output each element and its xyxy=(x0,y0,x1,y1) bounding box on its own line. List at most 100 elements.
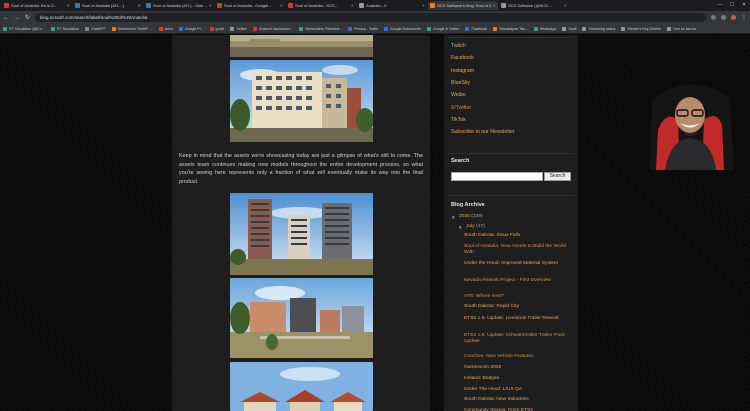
archive-post-link[interactable]: Soul of Anatolia: New Assets to Build th… xyxy=(464,244,574,256)
archive-post-link[interactable]: South Dakota: Rapid City xyxy=(464,304,574,310)
reload-icon[interactable]: ↻ xyxy=(25,14,30,21)
archive-post-link[interactable]: ETS2 1.6: Update: Livestock Trailer Rewo… xyxy=(464,316,574,322)
archive-post-link[interactable]: Iceland: Bridges xyxy=(464,376,574,382)
sidebar-link[interactable]: BlueSky xyxy=(451,80,470,86)
divider xyxy=(448,195,574,196)
blog-sidebar: Twitch Facebook Instagram BlueSky Weibo X/Twi… xyxy=(444,35,578,411)
tab-close-icon[interactable]: ✕ xyxy=(564,3,567,8)
extension-icon[interactable] xyxy=(711,15,716,20)
sidebar-link[interactable]: Weibo xyxy=(451,92,466,98)
archive-year[interactable]: 2026 (339) xyxy=(459,214,483,220)
bookmark-item[interactable]: ST Simulation xyxy=(50,26,79,31)
tab-close-icon[interactable]: ✕ xyxy=(493,3,496,8)
search-input[interactable] xyxy=(451,172,543,181)
post-image-village[interactable] xyxy=(230,362,373,411)
browser-tab[interactable]: Anatolia - X ✕ xyxy=(357,1,427,10)
bookmark-label: ST Simulation (@Co... xyxy=(9,26,45,31)
bookmark-item[interactable]: Stealer's Key Dubble xyxy=(621,26,661,31)
bookmark-item[interactable]: Streamlabs: Rebrand... xyxy=(299,26,342,31)
profile-avatar-icon[interactable] xyxy=(731,15,736,20)
archive-post-link[interactable]: Under the Hood: Improved Material System xyxy=(464,261,574,267)
search-button[interactable]: Search xyxy=(544,172,571,181)
tab-close-icon[interactable]: ✕ xyxy=(138,3,141,8)
tab-close-icon[interactable]: ✕ xyxy=(67,3,70,8)
sidebar-link[interactable]: X/Twitter xyxy=(451,105,471,111)
post-image-housing[interactable] xyxy=(230,278,373,358)
bookmark-item[interactable]: ST Simulation (@Co... xyxy=(3,26,45,31)
bookmark-item[interactable]: Google Pl... xyxy=(178,26,204,31)
blog-post: Keep in mind that the assets we're showc… xyxy=(172,35,430,411)
bookmark-label: Streaming status xyxy=(588,26,616,31)
archive-post-link[interactable]: Gamescom 2026 xyxy=(464,365,574,371)
expand-triangle-icon[interactable]: ▼ xyxy=(458,225,462,230)
archive-post-link[interactable]: South Dakota: New Industries xyxy=(464,397,574,403)
post-image[interactable] xyxy=(230,35,373,57)
tab-close-icon[interactable]: ✕ xyxy=(422,3,425,8)
archive-post-link[interactable]: ETS2 1.6: Update: Schwarzmüller Trailer … xyxy=(464,333,574,345)
minimize-icon[interactable]: — xyxy=(714,0,726,11)
bookmark-item[interactable]: Privacy - Twilio xyxy=(348,26,378,31)
archive-post-link[interactable]: ATS: Where next? xyxy=(464,294,574,300)
archive-month-count: (17) xyxy=(476,224,485,229)
bookmark-label: Stealer's Key Dubble xyxy=(627,26,661,31)
sidebar-link[interactable]: Facebook xyxy=(451,55,474,61)
bookmark-favicon-icon xyxy=(493,26,498,31)
browser-tab[interactable]: Soul of Anatolia: Bu is C... ✕ xyxy=(2,1,72,10)
back-icon[interactable]: ← xyxy=(3,15,9,21)
maximize-icon[interactable]: ☐ xyxy=(726,0,738,11)
post-image-apartment-block[interactable] xyxy=(230,60,373,142)
browser-tab[interactable]: Soul of Anatolia - Google ... ✕ xyxy=(215,1,285,10)
bookmark-item[interactable]: ChatGPT xyxy=(85,26,106,31)
bookmark-item[interactable]: Streaklapse Tas... xyxy=(493,26,528,31)
sidebar-link[interactable]: Instagram xyxy=(451,68,474,74)
archive-post-link[interactable]: Coaches: New Vehicle Features xyxy=(464,354,574,360)
bookmark-label: WhatsApp xyxy=(539,26,557,31)
browser-tab[interactable]: Soul of Anatolia - SCS... ✕ xyxy=(286,1,356,10)
bookmark-item[interactable]: Google & Twitter xyxy=(426,26,460,31)
forward-icon[interactable]: → xyxy=(14,15,20,21)
archive-post-link[interactable]: South Dakota: Sioux Falls xyxy=(464,233,574,239)
bookmark-item[interactable]: Scuff xyxy=(562,26,576,31)
bookmark-label: Privacy - Twilio xyxy=(354,26,378,31)
browser-tab[interactable]: SCS Software (@SCS ... ✕ xyxy=(499,1,569,10)
bookmark-item[interactable]: Google Dokumente xyxy=(383,26,421,31)
bookmark-item[interactable]: gmail xyxy=(209,26,224,31)
expand-triangle-icon[interactable]: ▼ xyxy=(451,215,455,220)
bookmark-label: Google & Twitter xyxy=(432,26,460,31)
close-icon[interactable]: ✕ xyxy=(738,0,750,11)
bookmarks-bar: ST Simulation (@Co... ST Simulation ChatGP… xyxy=(0,24,750,34)
page-content: Keep in mind that the assets we're showc… xyxy=(0,35,750,411)
bookmark-item[interactable]: Channel dashboard... xyxy=(252,26,293,31)
tab-title: SCS Software's blog: Soul of A... xyxy=(437,3,491,8)
extension-icon[interactable] xyxy=(721,15,726,20)
archive-post-link[interactable]: Nevada Rework Project - First Overview xyxy=(464,278,574,284)
url-field[interactable]: blog.scssoft.com/search/label/Soul%20of%… xyxy=(35,13,706,22)
browser-tab[interactable]: Soul of Anatolia (ATL...) ✕ xyxy=(73,1,143,10)
sidebar-link[interactable]: Subscribe to our Newsletter xyxy=(451,129,515,135)
bookmark-item[interactable]: Amst xyxy=(158,26,173,31)
tab-close-icon[interactable]: ✕ xyxy=(209,3,212,8)
browser-tab[interactable]: SCS Software's blog: Soul of A... ✕ xyxy=(428,1,498,10)
sidebar-link[interactable]: TikTok xyxy=(451,117,466,123)
tab-close-icon[interactable]: ✕ xyxy=(280,3,283,8)
browser-tab[interactable]: Soul of Anatolia (ATL) - Sele ... ✕ xyxy=(144,1,214,10)
tab-favicon-icon xyxy=(430,3,435,8)
bookmark-item[interactable]: Facebook xyxy=(465,26,488,31)
archive-month[interactable]: July (17) xyxy=(466,224,485,230)
bookmark-item[interactable]: Steelseries "SciKit" ... xyxy=(112,26,153,31)
bookmark-item[interactable]: WhatsApp xyxy=(533,26,557,31)
bookmark-item[interactable]: Streaming status xyxy=(582,26,616,31)
sidebar-link[interactable]: Twitch xyxy=(451,43,466,49)
bookmark-label: Amst xyxy=(164,26,173,31)
window-controls: — ☐ ✕ xyxy=(714,0,750,11)
archive-post-link[interactable]: Under The Hood: L/UX QA xyxy=(464,387,574,393)
bookmark-label: Facebook xyxy=(471,26,488,31)
tab-close-icon[interactable]: ✕ xyxy=(351,3,354,8)
tab-title: Soul of Anatolia - SCS... xyxy=(295,3,338,8)
menu-icon[interactable]: ⋮ xyxy=(741,14,747,21)
archive-year-label[interactable]: 2026 xyxy=(459,214,470,219)
bookmark-item[interactable]: Twitter xyxy=(230,26,247,31)
archive-month-label[interactable]: July xyxy=(466,224,475,229)
post-image-towers[interactable] xyxy=(230,193,373,275)
bookmark-item[interactable]: Tum ke karma xyxy=(666,26,696,31)
